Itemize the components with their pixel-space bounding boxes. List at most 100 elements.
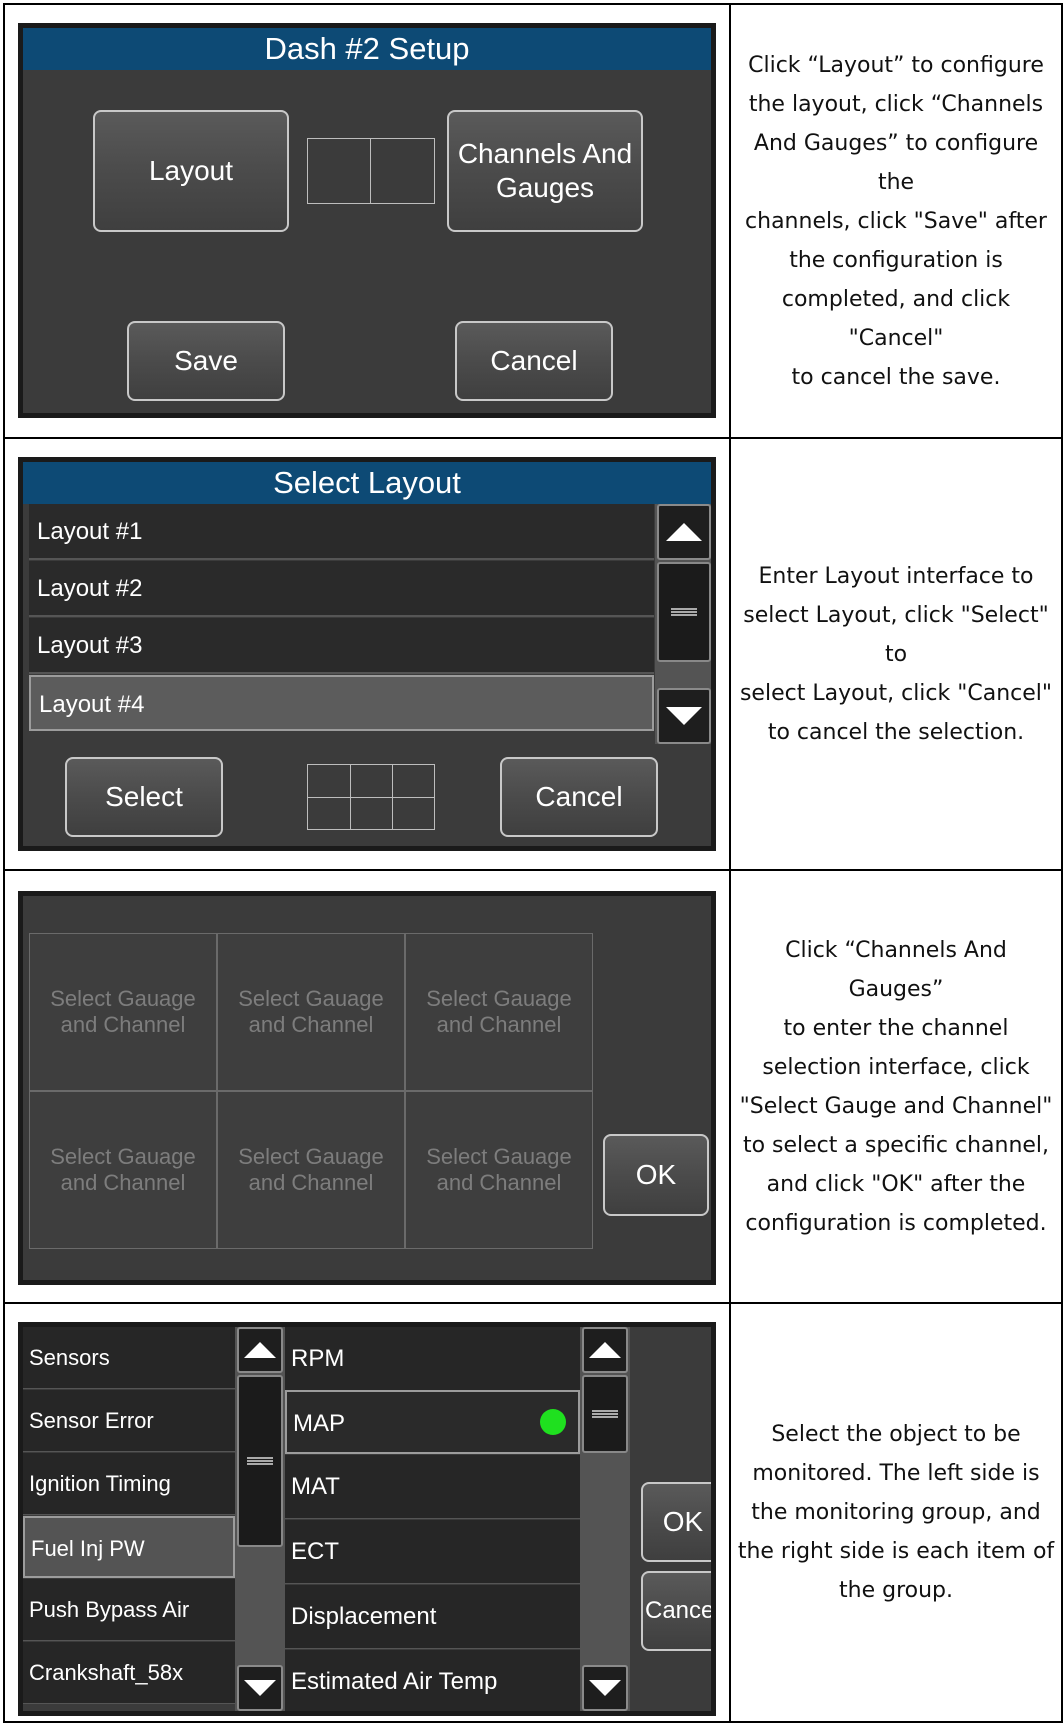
gauge-cell[interactable]: Select Gauage and Channel bbox=[217, 933, 405, 1091]
group-label: Sensor Error bbox=[29, 1408, 154, 1433]
channels-and-gauges-button[interactable]: Channels And Gauges bbox=[447, 110, 643, 232]
desc-line: the layout, click “Channels bbox=[748, 91, 1044, 117]
row-select-layout: Select Layout Layout #1 Layout #2 Layout… bbox=[5, 439, 1061, 871]
channel-scroll-up-button[interactable] bbox=[582, 1327, 628, 1373]
channels-button-label-line2: Gauges bbox=[495, 172, 595, 203]
layout-preview-icon bbox=[307, 138, 435, 204]
desc-line: the monitoring group, and bbox=[751, 1500, 1041, 1525]
list-item-selected[interactable]: Layout #4 bbox=[29, 675, 654, 731]
desc-line: And Gauges” to configure the bbox=[753, 130, 1039, 195]
row-description: Click “Layout” to configure the layout, … bbox=[731, 5, 1061, 437]
desc-line: to enter the channel bbox=[783, 1015, 1009, 1041]
gauge-cell[interactable]: Select Gauage and Channel bbox=[405, 1091, 593, 1249]
screen-title: Select Layout bbox=[23, 462, 711, 504]
group-scroll-down-button[interactable] bbox=[237, 1665, 283, 1711]
list-item-label: Layout #3 bbox=[37, 632, 143, 659]
cancel-button[interactable]: Cancel bbox=[500, 757, 658, 837]
group-list-item[interactable]: Sensor Error bbox=[23, 1390, 235, 1452]
group-scroll-up-button[interactable] bbox=[237, 1327, 283, 1373]
group-list-item[interactable]: Sensors bbox=[23, 1327, 235, 1389]
screen-title: Dash #2 Setup bbox=[23, 28, 711, 70]
gauge-cell[interactable]: Select Gauage and Channel bbox=[29, 933, 217, 1091]
channel-label: MAT bbox=[291, 1473, 340, 1500]
scroll-down-button[interactable] bbox=[657, 688, 711, 744]
layout-preview-icon bbox=[307, 764, 435, 830]
list-item-label: Layout #4 bbox=[39, 691, 145, 718]
desc-line: channels, click "Save" after bbox=[745, 208, 1047, 234]
gauge-cell-line2: and Channel bbox=[248, 1012, 374, 1037]
gauge-cell[interactable]: Select Gauage and Channel bbox=[29, 1091, 217, 1249]
desc-line: Click “Channels And Gauges” bbox=[785, 937, 1007, 1002]
row-gauge-selection: Select Gauage and Channel Select Gauage an… bbox=[5, 871, 1061, 1304]
list-item[interactable]: Layout #2 bbox=[29, 561, 654, 617]
cancel-button-label: Cancel bbox=[535, 781, 623, 812]
select-layout-screen: Select Layout Layout #1 Layout #2 Layout… bbox=[18, 457, 716, 851]
ok-button[interactable]: OK bbox=[641, 1482, 711, 1562]
group-list-item[interactable]: Push Bypass Air bbox=[23, 1579, 235, 1641]
gauge-cell-line1: Select Gauage bbox=[238, 986, 384, 1011]
group-label: Sensors bbox=[29, 1345, 110, 1370]
desc-line: Enter Layout interface to bbox=[758, 563, 1034, 589]
cancel-button-label: Cancel bbox=[645, 1597, 716, 1624]
group-scrollbar-thumb[interactable] bbox=[237, 1375, 283, 1547]
desc-line: selection interface, click bbox=[762, 1054, 1030, 1080]
group-list-item[interactable]: Crankshaft_58x bbox=[23, 1642, 235, 1704]
desc-line: to select a specific channel, bbox=[742, 1132, 1050, 1158]
channel-list-item[interactable]: Displacement bbox=[285, 1585, 580, 1649]
ok-button-label: OK bbox=[635, 1159, 677, 1190]
row-description: Click “Channels And Gauges” to enter the… bbox=[731, 871, 1061, 1302]
channel-scrollbar-thumb[interactable] bbox=[582, 1375, 628, 1453]
cancel-button[interactable]: Cancel bbox=[455, 321, 613, 401]
desc-line: to cancel the save. bbox=[791, 364, 1001, 390]
gauge-cell-line1: Select Gauage bbox=[50, 1144, 196, 1169]
channel-list-item[interactable]: ECT bbox=[285, 1520, 580, 1584]
active-indicator-icon bbox=[540, 1409, 566, 1435]
save-button[interactable]: Save bbox=[127, 321, 285, 401]
gauge-cell-line1: Select Gauage bbox=[50, 986, 196, 1011]
arrow-down-icon bbox=[589, 1680, 621, 1696]
desc-line: the configuration is bbox=[789, 247, 1003, 273]
list-item[interactable]: Layout #1 bbox=[29, 504, 654, 560]
desc-line: monitored. The left side is bbox=[752, 1461, 1040, 1486]
group-label: Push Bypass Air bbox=[29, 1597, 190, 1622]
channel-list-item[interactable]: RPM bbox=[285, 1327, 580, 1391]
channel-list-item[interactable]: MAT bbox=[285, 1455, 580, 1519]
cancel-button[interactable]: Cancel bbox=[641, 1571, 716, 1651]
desc-line: the right side is each item of bbox=[737, 1539, 1055, 1564]
gauge-grid-screen: Select Gauage and Channel Select Gauage an… bbox=[18, 891, 716, 1285]
gauge-cell-line2: and Channel bbox=[60, 1170, 186, 1195]
arrow-down-icon bbox=[244, 1680, 276, 1696]
group-label: Ignition Timing bbox=[29, 1471, 171, 1496]
group-label: Fuel Inj PW bbox=[31, 1536, 145, 1561]
channel-list-item-selected[interactable]: MAP bbox=[285, 1390, 580, 1454]
gauge-cell[interactable]: Select Gauage and Channel bbox=[405, 933, 593, 1091]
desc-line: configuration is completed. bbox=[745, 1210, 1047, 1236]
grip-icon bbox=[671, 608, 697, 616]
instruction-table: Dash #2 Setup Layout Channels And Gauges… bbox=[3, 3, 1063, 1723]
scroll-up-button[interactable] bbox=[657, 504, 711, 560]
desc-line: and click "OK" after the bbox=[766, 1171, 1026, 1197]
desc-line: "Select Gauge and Channel" bbox=[739, 1093, 1053, 1119]
group-list-item-selected[interactable]: Fuel Inj PW bbox=[23, 1516, 235, 1578]
list-item[interactable]: Layout #3 bbox=[29, 618, 654, 674]
select-button[interactable]: Select bbox=[65, 757, 223, 837]
row-description: Select the object to be monitored. The l… bbox=[731, 1304, 1061, 1721]
list-item-label: Layout #1 bbox=[37, 518, 143, 545]
scrollbar-thumb[interactable] bbox=[657, 562, 711, 662]
channel-scroll-down-button[interactable] bbox=[582, 1665, 628, 1711]
gauge-cell[interactable]: Select Gauage and Channel bbox=[217, 1091, 405, 1249]
arrow-up-icon bbox=[244, 1342, 276, 1358]
channel-list-item[interactable]: Estimated Air Temp bbox=[285, 1650, 580, 1711]
gauge-cell-line2: and Channel bbox=[436, 1170, 562, 1195]
channel-select-screen: Sensors Sensor Error Ignition Timing Fue… bbox=[18, 1322, 716, 1716]
ok-button[interactable]: OK bbox=[603, 1134, 709, 1216]
desc-line: select Layout, click "Select" to bbox=[743, 602, 1049, 667]
row-description: Enter Layout interface to select Layout,… bbox=[731, 439, 1061, 869]
gauge-cell-line1: Select Gauage bbox=[238, 1144, 384, 1169]
row-channel-selection: Sensors Sensor Error Ignition Timing Fue… bbox=[5, 1304, 1061, 1721]
arrow-up-icon bbox=[666, 523, 702, 541]
group-list-item[interactable]: Ignition Timing bbox=[23, 1453, 235, 1515]
layout-button[interactable]: Layout bbox=[93, 110, 289, 232]
gauge-cell-line2: and Channel bbox=[248, 1170, 374, 1195]
dash-setup-screen: Dash #2 Setup Layout Channels And Gauges… bbox=[18, 23, 716, 418]
